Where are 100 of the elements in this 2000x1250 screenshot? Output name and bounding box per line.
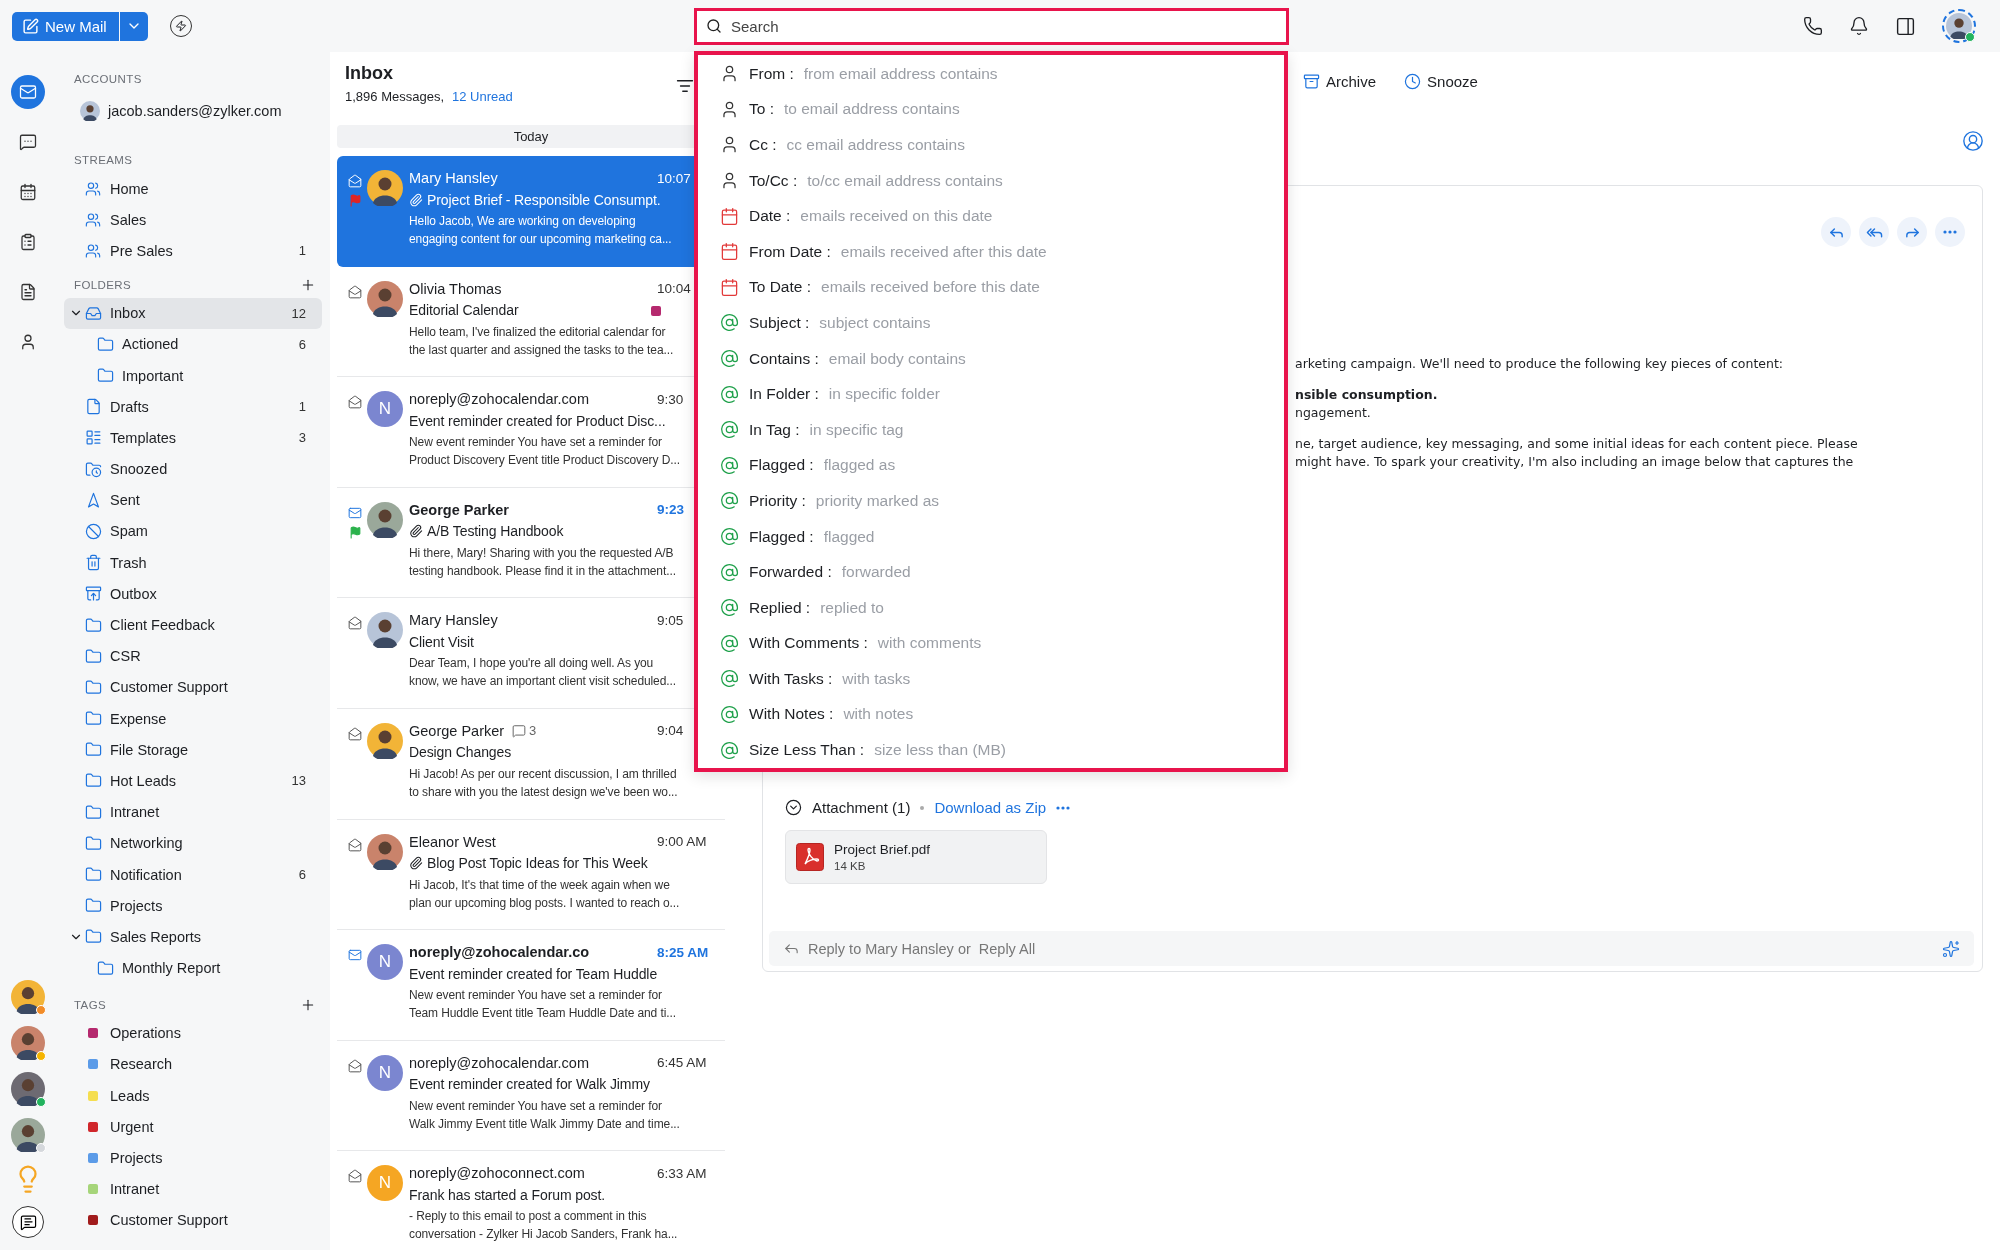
folder-item[interactable]: Inbox 12 xyxy=(64,297,322,329)
folder-item[interactable]: Drafts 1 xyxy=(64,391,322,423)
unread-link[interactable]: 12 Unread xyxy=(452,89,513,104)
folder-name: File Storage xyxy=(110,741,190,758)
filter-hint: with comments xyxy=(877,634,982,653)
new-mail-button[interactable]: New Mail xyxy=(12,11,119,41)
filter-hint: to email address contains xyxy=(784,100,960,119)
filter-field: Replied : xyxy=(749,598,811,617)
mail-preview: to share with you the latest design we've been wo... xyxy=(409,783,679,801)
filter-hint: size less than (MB) xyxy=(874,741,1006,760)
stream-item[interactable]: Pre Sales 1 xyxy=(64,235,322,267)
account-email[interactable]: jacob.sanders@zylker.com xyxy=(108,103,322,119)
filter-field: Date : xyxy=(749,207,791,226)
mail-preview: Hello team, I've finalized the editorial calendar for xyxy=(409,323,667,341)
sender-name: noreply@zohocalendar.com xyxy=(409,1054,589,1071)
section-heading: ACCOUNTS xyxy=(74,73,142,85)
mail-item[interactable]: N noreply@zohocalendar.co 8:25 AM Event reminder created for Team Huddle New event reminder You have set a reminder for Team Huddle Event title Team Huddle Date and ti... xyxy=(337,930,725,1041)
mail-preview: Walk Jimmy Event title Walk Jimmy Date and time... xyxy=(409,1115,681,1133)
stream-name: Home xyxy=(110,180,150,197)
reply-bar[interactable]: Reply to Mary Hansley or Reply All xyxy=(769,931,1974,966)
filter-field: Flagged : xyxy=(749,527,814,546)
folder-item[interactable]: Snoozed xyxy=(64,453,322,485)
filter-field: Size Less Than : xyxy=(749,741,865,760)
filter-hint: cc email address contains xyxy=(786,136,965,154)
tag-item[interactable]: Urgent xyxy=(64,1111,322,1143)
folder-item[interactable]: Notification 6 xyxy=(64,858,322,891)
folder-item[interactable]: Trash xyxy=(64,547,322,579)
mail-item[interactable]: N noreply@zohoconnect.com 6:33 AM Frank has started a Forum post. - Reply to this email to post a comment in this conversation - Zylker Hi Jacob Sanders, Frank ha... xyxy=(337,1151,725,1250)
reply-all-link[interactable]: Reply All xyxy=(978,940,1036,957)
folder-item[interactable]: Hot Leads 13 xyxy=(64,765,322,797)
mail-preview: - Reply to this email to post a comment in this xyxy=(409,1208,648,1226)
folder-item[interactable]: Actioned 6 xyxy=(64,328,322,360)
stream-item[interactable]: Home xyxy=(64,173,322,205)
mail-preview: New event reminder You have set a reminder for xyxy=(409,434,663,452)
tag-item[interactable]: Customer Support xyxy=(64,1204,322,1236)
mail-preview: know, we have an important client visit scheduled... xyxy=(409,673,677,691)
filter-field: To : xyxy=(749,100,774,119)
folder-item[interactable]: Sent xyxy=(64,484,322,516)
folder-name: Spam xyxy=(110,523,149,540)
sender-name: noreply@zohoconnect.com xyxy=(409,1165,585,1182)
folder-name: Drafts xyxy=(110,398,150,415)
tag-item[interactable]: Projects xyxy=(64,1142,322,1174)
filter-hint: priority marked as xyxy=(815,491,940,510)
mail-preview: Hello Jacob, We are working on developing xyxy=(409,213,637,230)
folder-item[interactable]: File Storage xyxy=(64,734,322,766)
mail-time: 9:04 xyxy=(657,723,685,739)
stream-item[interactable]: Sales xyxy=(64,204,322,236)
mail-preview: conversation - Zylker Hi Jacob Sanders, Frank ha... xyxy=(409,1226,679,1244)
folder-item[interactable]: Monthly Report xyxy=(64,952,322,984)
folder-item[interactable]: Projects xyxy=(64,890,322,922)
folder-item[interactable]: CSR xyxy=(64,640,322,672)
mail-time: 9:23 xyxy=(657,502,686,518)
filter-field: Priority : xyxy=(749,491,806,510)
filter-hint: from email address contains xyxy=(803,64,998,83)
filter-hint: flagged as xyxy=(823,456,896,475)
sender-name: Mary Hansley xyxy=(409,170,498,186)
tag-item[interactable]: Operations xyxy=(64,1017,322,1049)
tag-name: Customer Support xyxy=(110,1212,229,1229)
sender-name: noreply@zohocalendar.com xyxy=(409,391,589,408)
unread-count: 6 xyxy=(298,867,306,883)
unread-count: 6 xyxy=(298,336,306,352)
folder-item[interactable]: Sales Reports xyxy=(64,921,322,953)
filter-field: With Notes : xyxy=(749,705,834,724)
attachment-card[interactable]: Project Brief.pdf 14 KB xyxy=(785,830,1047,884)
folder-item[interactable]: Important xyxy=(64,359,322,392)
snooze-button[interactable]: Snooze xyxy=(1404,72,1478,90)
folder-item[interactable]: Networking xyxy=(64,827,322,859)
tag-item[interactable]: Research xyxy=(64,1048,322,1081)
folder-name: Snoozed xyxy=(110,461,169,478)
folder-name: Hot Leads xyxy=(110,772,178,789)
filter-hint: in specific folder xyxy=(828,385,940,404)
folder-item[interactable]: Intranet xyxy=(64,796,322,828)
folder-item[interactable]: Expense xyxy=(64,703,322,735)
mail-preview: Hi Jacob! As per our recent discussion, I am thrilled xyxy=(409,765,678,783)
mail-subject: A/B Testing Handbook xyxy=(427,523,564,540)
unread-count: 12 xyxy=(291,305,306,321)
unread-count: 1 xyxy=(298,399,306,415)
tag-item[interactable]: Leads xyxy=(64,1080,322,1112)
search-field[interactable]: Search xyxy=(694,7,1289,45)
mail-preview: Hi there, Mary! Sharing with you the requested A/B xyxy=(409,544,675,562)
folder-item[interactable]: Templates 3 xyxy=(64,422,322,454)
mail-item[interactable]: N noreply@zohocalendar.com 6:45 AM Event reminder created for Walk Jimmy New event reminder You have set a reminder for Walk Jimmy Event title Walk Jimmy Date and time... xyxy=(337,1040,725,1152)
mail-preview: Hi Jacob, It's that time of the week again when we xyxy=(409,876,671,894)
suggestion-item[interactable]: To : to email address contains xyxy=(698,91,1284,128)
folder-item[interactable]: Client Feedback xyxy=(64,609,322,641)
filter-hint: to/cc email address contains xyxy=(807,171,1003,190)
suggestion-item[interactable]: From : from email address contains xyxy=(698,56,1284,92)
folder-item[interactable]: Customer Support xyxy=(64,671,322,703)
file-name: Project Brief.pdf xyxy=(834,842,931,857)
folder-item[interactable]: Outbox xyxy=(64,578,322,610)
download-link[interactable]: Download as Zip xyxy=(934,799,1047,816)
archive-button[interactable]: Archive xyxy=(1303,72,1377,90)
filter-field: From Date : xyxy=(749,242,831,261)
avatar: N xyxy=(367,391,403,428)
folder-name: Client Feedback xyxy=(110,617,216,634)
tag-item[interactable]: Intranet xyxy=(64,1173,322,1205)
filter-hint: email body contains xyxy=(828,349,966,368)
mail-item[interactable]: Eleanor West 9:00 AM Blog Post Topic Ideas for This Week Hi Jacob, It's that time of the week again when we plan our upcoming blog posts. I wanted to reach o... xyxy=(337,819,725,931)
folder-item[interactable]: Spam xyxy=(64,515,322,548)
section-heading: FOLDERS xyxy=(74,278,132,291)
